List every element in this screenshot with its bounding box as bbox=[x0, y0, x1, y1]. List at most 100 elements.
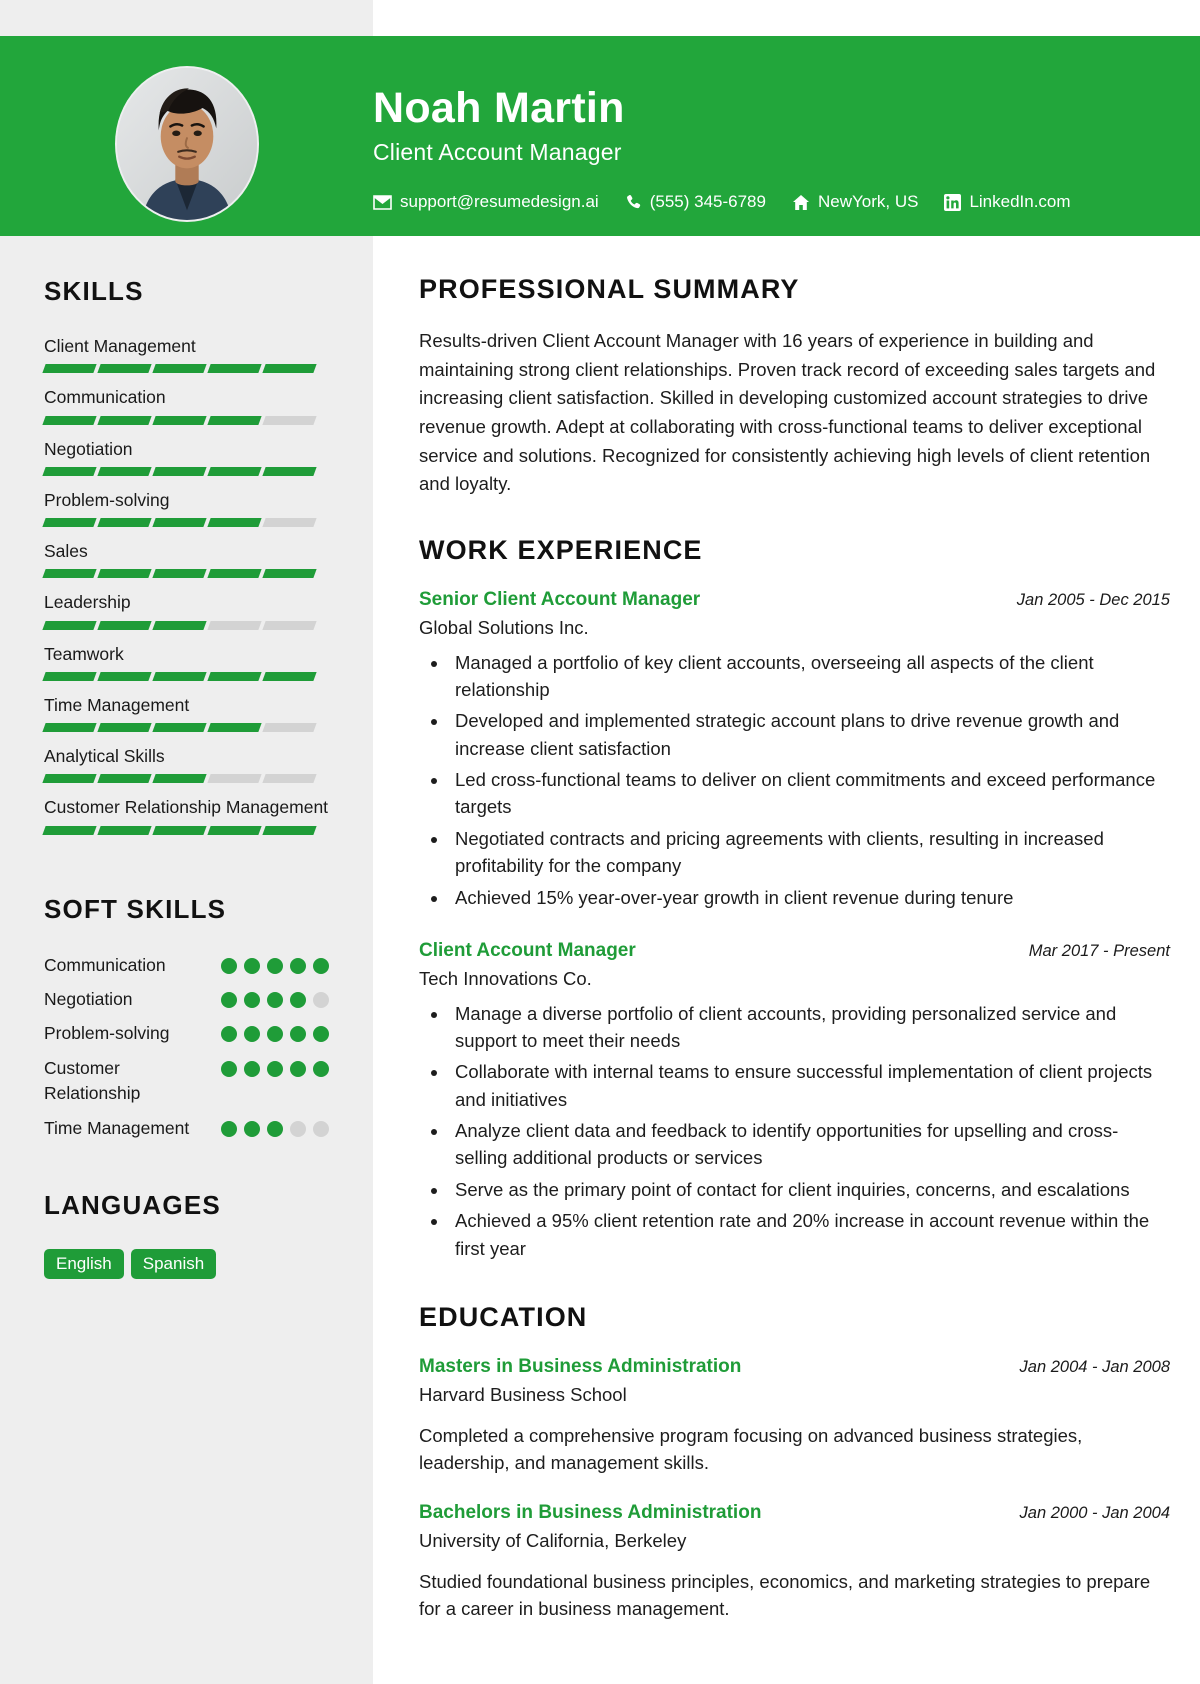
skill-segment-filled bbox=[207, 364, 262, 374]
home-icon bbox=[792, 194, 810, 211]
skill-item: Problem-solving bbox=[42, 489, 329, 528]
skills-list: Client Management Communication Negotiatio… bbox=[42, 335, 329, 835]
skill-segment-filled bbox=[42, 466, 97, 476]
resume-page: Noah Martin Client Account Manager suppo… bbox=[0, 0, 1200, 1684]
experience-entry: Senior Client Account Manager Jan 2005 - … bbox=[419, 588, 1170, 911]
experience-bullet: Manage a diverse portfolio of client acc… bbox=[449, 1000, 1170, 1055]
skill-item: Time Management bbox=[42, 694, 329, 733]
skill-item: Client Management bbox=[42, 335, 329, 374]
rating-dot-filled bbox=[221, 1060, 237, 1077]
resume-body: SKILLS Client Management Communication Neg… bbox=[0, 236, 1200, 1684]
skill-name: Client Management bbox=[44, 336, 196, 356]
soft-skills-list: Communication Negotiation Problem-solving C… bbox=[44, 953, 329, 1141]
contact-location[interactable]: NewYork, US bbox=[792, 192, 918, 212]
education-degree: Bachelors in Business Administration bbox=[419, 1502, 762, 1524]
skill-segment-empty bbox=[262, 723, 317, 733]
skill-segment-filled bbox=[152, 466, 207, 476]
envelope-icon bbox=[373, 194, 392, 210]
soft-skill-name: Problem-solving bbox=[44, 1023, 170, 1044]
skill-name: Teamwork bbox=[44, 643, 124, 664]
education-description: Studied foundational business principles… bbox=[419, 1570, 1151, 1620]
skill-segment-filled bbox=[97, 774, 152, 784]
skill-segment-filled bbox=[97, 825, 152, 835]
soft-skill-name: Time Management bbox=[44, 1117, 190, 1138]
soft-skill-item: Time Management bbox=[44, 1116, 329, 1141]
skill-segment-filled bbox=[97, 671, 152, 681]
skill-name: Leadership bbox=[44, 592, 131, 613]
skill-segment-filled bbox=[152, 569, 207, 579]
experience-bullet: Achieved a 95% client retention rate and… bbox=[449, 1207, 1170, 1262]
rating-dot-filled bbox=[221, 992, 237, 1009]
skill-segment-filled bbox=[262, 569, 317, 579]
skill-segment-filled bbox=[97, 415, 152, 425]
soft-skill-rating bbox=[221, 1056, 329, 1077]
rating-dot-empty bbox=[313, 1120, 329, 1137]
experience-date-range: Jan 2005 - Dec 2015 bbox=[1016, 591, 1170, 610]
experience-bullet: Achieved 15% year-over-year growth in cl… bbox=[449, 884, 1170, 911]
soft-skill-item: Communication bbox=[44, 953, 329, 978]
skill-segment-filled bbox=[152, 415, 207, 425]
education-entry: Masters in Business Administration Jan 20… bbox=[419, 1355, 1170, 1477]
rating-dot-filled bbox=[267, 1060, 283, 1077]
skill-name: Time Management bbox=[44, 694, 190, 715]
skill-segment-filled bbox=[152, 364, 207, 374]
rating-dot-filled bbox=[290, 1060, 306, 1077]
skill-segment-filled bbox=[42, 518, 97, 528]
skill-level-bar bbox=[42, 620, 329, 630]
rating-dot-filled bbox=[221, 1120, 237, 1137]
skill-item: Leadership bbox=[42, 591, 329, 630]
summary-heading: PROFESSIONAL SUMMARY bbox=[419, 274, 800, 304]
contact-linkedin-text: LinkedIn.com bbox=[969, 192, 1071, 212]
experience-bullet: Collaborate with internal teams to ensur… bbox=[449, 1058, 1170, 1113]
skill-segment-filled bbox=[207, 569, 262, 579]
rating-dot-filled bbox=[290, 957, 306, 974]
skill-segment-filled bbox=[97, 364, 152, 374]
contact-linkedin[interactable]: LinkedIn.com bbox=[944, 192, 1071, 212]
contact-email[interactable]: support@resumedesign.ai bbox=[373, 192, 599, 212]
education-list: Masters in Business Administration Jan 20… bbox=[419, 1355, 1170, 1623]
experience-heading: WORK EXPERIENCE bbox=[419, 535, 703, 566]
experience-bullet: Serve as the primary point of contact fo… bbox=[449, 1176, 1170, 1203]
skill-segment-filled bbox=[152, 723, 207, 733]
rating-dot-filled bbox=[221, 1026, 237, 1043]
rating-dot-filled bbox=[290, 992, 306, 1009]
rating-dot-filled bbox=[267, 992, 283, 1009]
contact-phone[interactable]: (555) 345-6789 bbox=[625, 192, 766, 212]
soft-skill-rating bbox=[221, 953, 329, 974]
rating-dot-filled bbox=[244, 1060, 260, 1077]
experience-entry-header: Senior Client Account Manager Jan 2005 - … bbox=[419, 588, 1170, 613]
education-heading: EDUCATION bbox=[419, 1301, 588, 1332]
skill-segment-filled bbox=[207, 825, 262, 835]
skill-item: Teamwork bbox=[42, 643, 329, 681]
experience-entry: Client Account Manager Mar 2017 - Present… bbox=[419, 939, 1170, 1262]
education-entry-header: Bachelors in Business Administration Jan … bbox=[419, 1501, 1170, 1526]
contact-list: support@resumedesign.ai (555) 345-6789 N… bbox=[373, 192, 1071, 212]
header-text: Noah Martin Client Account Manager suppo… bbox=[373, 58, 1071, 212]
skill-item: Communication bbox=[42, 386, 329, 425]
skill-level-bar bbox=[42, 364, 329, 374]
skill-segment-filled bbox=[152, 518, 207, 528]
skill-level-bar bbox=[42, 415, 329, 425]
skill-segment-filled bbox=[42, 723, 97, 733]
education-description: Completed a comprehensive program focusi… bbox=[419, 1424, 1083, 1474]
skills-heading: SKILLS bbox=[44, 276, 144, 306]
skill-segment-filled bbox=[207, 466, 262, 476]
experience-bullet: Managed a portfolio of key client accoun… bbox=[449, 649, 1170, 704]
skill-segment-filled bbox=[97, 723, 152, 733]
skill-level-bar bbox=[42, 774, 329, 784]
experience-bullet: Developed and implemented strategic acco… bbox=[449, 707, 1170, 762]
skill-segment-filled bbox=[97, 518, 152, 528]
contact-email-text: support@resumedesign.ai bbox=[400, 192, 599, 212]
soft-skill-item: Negotiation bbox=[44, 987, 329, 1012]
soft-skill-item: Problem-solving bbox=[44, 1021, 329, 1046]
rating-dot-filled bbox=[221, 957, 237, 974]
skill-segment-filled bbox=[97, 620, 152, 630]
summary-text: Results-driven Client Account Manager wi… bbox=[419, 330, 1156, 495]
top-strip-left bbox=[0, 0, 373, 36]
education-date-range: Jan 2000 - Jan 2004 bbox=[1019, 1504, 1170, 1523]
skill-segment-empty bbox=[207, 774, 262, 784]
skill-segment-empty bbox=[262, 518, 317, 528]
skill-segment-filled bbox=[152, 620, 207, 630]
skill-segment-filled bbox=[42, 569, 97, 579]
